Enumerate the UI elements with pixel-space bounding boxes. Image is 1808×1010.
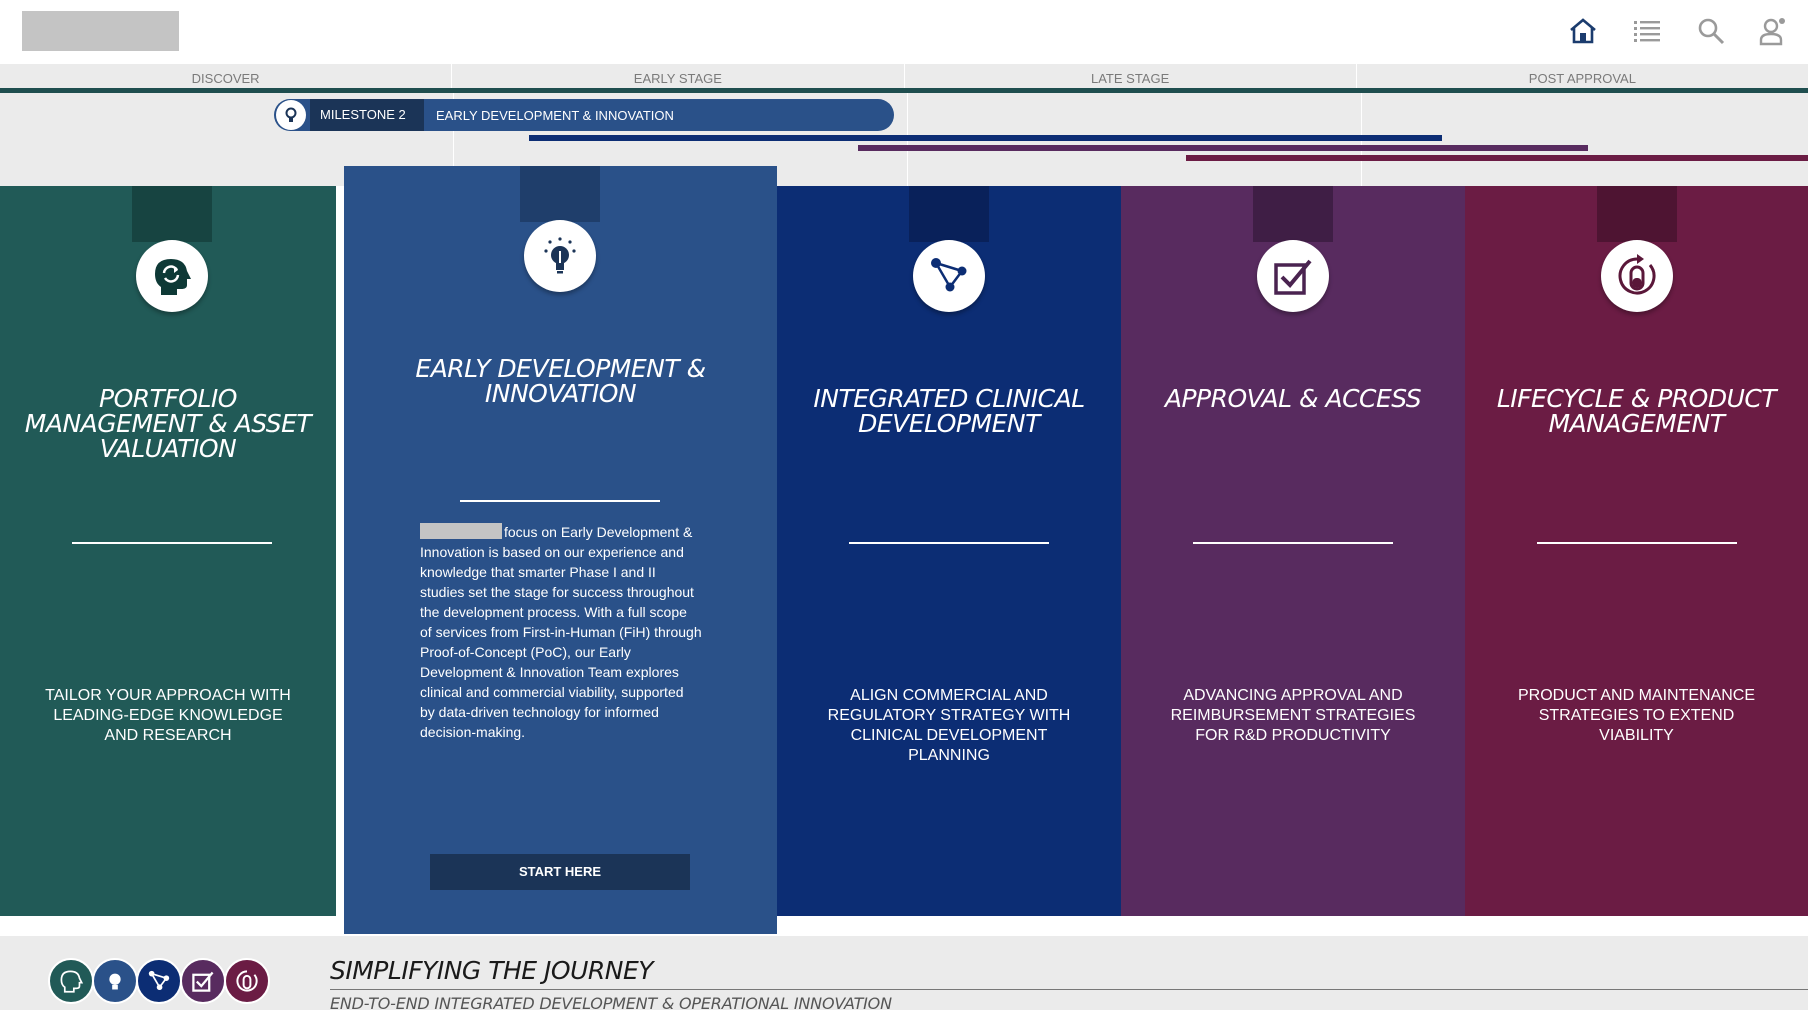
footer: SIMPLIFYING THE JOURNEY END-TO-END INTEG… — [0, 936, 1808, 1010]
stage-late[interactable]: LATE STAGE — [905, 64, 1357, 88]
column-description: TAILOR YOUR APPROACH WITH LEADING-EDGE K… — [45, 687, 291, 744]
head-cycle-icon — [136, 240, 208, 312]
column-title: INTEGRATED CLINICAL DEVELOPMENT — [813, 384, 1085, 438]
timeline-bar-clinical — [529, 135, 1442, 141]
stage-post-approval[interactable]: POST APPROVAL — [1357, 64, 1808, 88]
mini-head-cycle-icon[interactable] — [48, 958, 94, 1004]
column-title: PORTFOLIO MANAGEMENT & ASSET VALUATION — [24, 384, 312, 463]
capsule-cycle-icon — [1601, 240, 1673, 312]
network-icon — [913, 240, 985, 312]
column-rule — [1537, 542, 1737, 544]
milestone-banner[interactable]: MILESTONE 2 EARLY DEVELOPMENT & INNOVATI… — [274, 99, 894, 131]
mini-lightbulb-icon[interactable] — [92, 958, 138, 1004]
mini-capsule-cycle-icon[interactable] — [224, 958, 270, 1004]
home-icon[interactable] — [1566, 14, 1600, 48]
column-description: PRODUCT AND MAINTENANCE STRATEGIES TO EX… — [1517, 687, 1756, 744]
timeline-bar-approval — [858, 145, 1588, 151]
column-description: ADVANCING APPROVAL AND REIMBURSEMENT STR… — [1170, 687, 1416, 744]
redacted-name — [420, 523, 502, 539]
search-icon[interactable] — [1694, 14, 1728, 48]
column-tab — [132, 186, 212, 242]
column-title: APPROVAL & ACCESS — [1164, 384, 1422, 413]
column-body: focus on Early Development & Innovation … — [420, 522, 702, 742]
column-tab — [1597, 186, 1677, 242]
checkbox-icon — [1257, 240, 1329, 312]
list-icon[interactable] — [1630, 14, 1664, 48]
top-header — [0, 0, 1808, 64]
milestone-label: EARLY DEVELOPMENT & INNOVATION — [436, 107, 674, 123]
stage-early[interactable]: EARLY STAGE — [452, 64, 905, 88]
lightbulb-icon — [524, 220, 596, 292]
timeline-bar-lifecycle — [1186, 155, 1808, 161]
column-title: EARLY DEVELOPMENT & INNOVATION — [415, 354, 706, 408]
column-rule — [460, 500, 660, 502]
timeline-area: MILESTONE 2 EARLY DEVELOPMENT & INNOVATI… — [0, 93, 1808, 186]
stage-bar: DISCOVER EARLY STAGE LATE STAGE POST APP… — [0, 64, 1808, 88]
mini-network-icon[interactable] — [136, 958, 182, 1004]
column-title: LIFECYCLE & PRODUCT MANAGEMENT — [1496, 384, 1777, 438]
column-integrated-clinical[interactable]: INTEGRATED CLINICAL DEVELOPMENT ALIGN CO… — [777, 186, 1121, 916]
stage-discover[interactable]: DISCOVER — [0, 64, 453, 88]
column-approval[interactable]: APPROVAL & ACCESS ADVANCING APPROVAL AND… — [1121, 186, 1465, 916]
column-portfolio[interactable]: PORTFOLIO MANAGEMENT & ASSET VALUATION T… — [0, 186, 336, 916]
column-body-text: focus on Early Development & Innovation … — [420, 524, 702, 740]
mini-checkbox-icon[interactable] — [180, 958, 226, 1004]
column-early-development[interactable]: EARLY DEVELOPMENT & INNOVATION focus on … — [344, 166, 777, 934]
lightbulb-icon — [276, 100, 306, 130]
start-here-button[interactable]: START HERE — [430, 854, 690, 890]
column-tab — [1253, 186, 1333, 242]
footer-rule — [330, 989, 1808, 990]
column-rule — [1193, 542, 1393, 544]
column-tab — [909, 186, 989, 242]
column-rule — [849, 542, 1049, 544]
logo-placeholder[interactable] — [22, 11, 179, 51]
footer-subtitle: END-TO-END INTEGRATED DEVELOPMENT & OPER… — [330, 994, 892, 1010]
column-description: ALIGN COMMERCIAL AND REGULATORY STRATEGY… — [827, 687, 1071, 764]
milestone-number: MILESTONE 2 — [310, 99, 424, 131]
user-icon[interactable] — [1756, 14, 1790, 48]
column-tab — [520, 166, 600, 222]
footer-title: SIMPLIFYING THE JOURNEY — [330, 956, 654, 985]
column-lifecycle[interactable]: LIFECYCLE & PRODUCT MANAGEMENT PRODUCT A… — [1465, 186, 1808, 916]
page: DISCOVER EARLY STAGE LATE STAGE POST APP… — [0, 0, 1808, 1010]
column-rule — [72, 542, 272, 544]
